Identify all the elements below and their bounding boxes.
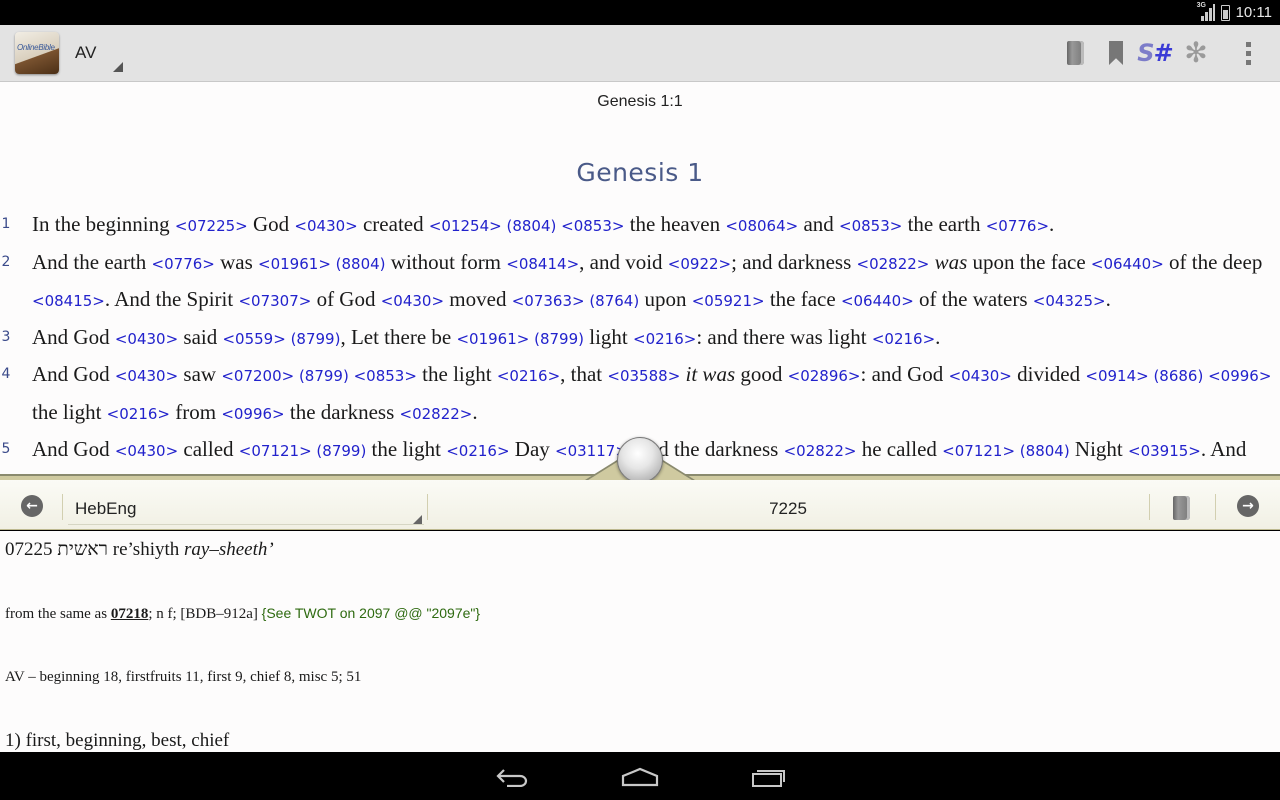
verse-list: 1 In the beginning <07225> God <0430> cre… <box>0 207 1280 476</box>
asterisk-button[interactable]: ✻ <box>1179 37 1213 69</box>
forward-arrow-icon[interactable]: → <box>1237 495 1259 517</box>
bookmark-icon <box>1109 41 1123 65</box>
battery-icon <box>1220 4 1230 21</box>
lexicon-book-button[interactable] <box>1173 496 1190 520</box>
derivation-link[interactable]: 07218 <box>111 606 149 622</box>
network-type: 3G <box>1196 2 1206 9</box>
transliteration: re’shiyth <box>112 539 180 560</box>
back-arrow-icon[interactable]: ← <box>21 495 43 517</box>
overflow-menu-button[interactable] <box>1231 37 1265 69</box>
nav-back-button[interactable] <box>482 760 542 794</box>
lexicon-pane[interactable]: 07225 ראשית re’shiyth ray–sheeth’ from t… <box>0 531 1280 752</box>
verse[interactable]: 1 In the beginning <07225> God <0430> cre… <box>0 207 1280 245</box>
verse-number: 2 <box>1 253 11 270</box>
home-icon <box>621 767 659 787</box>
strongs-numbers-icon: S# <box>1137 39 1173 67</box>
verse-reference: Genesis 1:1 <box>597 93 683 110</box>
status-bar: 3G 10:11 <box>0 0 1280 25</box>
verse-number: 4 <box>1 366 11 382</box>
divider <box>62 494 63 520</box>
bible-text-pane[interactable]: Genesis 1:1 Genesis 1 1 In the beginning … <box>0 82 1280 476</box>
clock: 10:11 <box>1235 4 1272 21</box>
app-logo-text: OnlineBible <box>17 43 55 52</box>
divider <box>1215 494 1216 520</box>
nav-recent-apps-button[interactable] <box>739 760 799 794</box>
book-icon <box>1173 496 1190 520</box>
entry-number: 07225 <box>5 539 53 560</box>
splitter-handle[interactable] <box>617 437 663 483</box>
strongs-number-field[interactable]: 7225 <box>428 499 1148 519</box>
bible-version-dropdown[interactable]: AV <box>67 35 125 75</box>
lexicon-name: HebEng <box>75 499 137 518</box>
signal-icon: 3G <box>1196 2 1215 21</box>
verse-number: 1 <box>1 216 11 232</box>
verse-number: 3 <box>1 328 11 345</box>
navigation-bar <box>0 752 1280 800</box>
divider <box>1149 494 1150 520</box>
book-icon <box>1066 41 1084 65</box>
overflow-menu-icon <box>1245 41 1251 65</box>
verse[interactable]: 2 And the earth <0776> was <01961> (8804)… <box>0 245 1280 320</box>
status-icons: 3G 10:11 <box>1197 2 1272 23</box>
definition: 1) first, beginning, best, chief <box>5 730 230 751</box>
verse[interactable]: 4 And God <0430> saw <07200> (8799) <0853… <box>0 357 1280 432</box>
lexicon-dropdown[interactable]: HebEng <box>68 493 424 525</box>
av-usage: AV – beginning 18, firstfruits 11, first… <box>5 669 362 685</box>
asterisk-icon: ✻ <box>1184 36 1208 69</box>
app-logo-icon[interactable]: OnlineBible <box>15 32 59 74</box>
action-bar: OnlineBible AV S# ✻ <box>0 25 1280 82</box>
nav-home-button[interactable] <box>610 760 670 794</box>
verse-number: 5 <box>1 441 11 457</box>
verse[interactable]: 3 And God <0430> said <0559> (8799), Let … <box>0 320 1280 358</box>
chapter-heading: Genesis 1 <box>576 158 704 187</box>
hebrew-word: ראשית <box>57 539 109 560</box>
twot-reference: {See TWOT on 2097 @@ "2097e"} <box>261 605 481 621</box>
bible-version-label: AV <box>75 43 97 62</box>
bookmark-button[interactable] <box>1099 37 1133 69</box>
dropdown-triangle-icon <box>113 62 123 72</box>
lexicon-derivation: from the same as 07218; n f; [BDB–912a] … <box>5 605 481 622</box>
lexicon-entry-header: 07225 ראשית re’shiyth ray–sheeth’ <box>5 539 274 561</box>
lexicon-toolbar: ← HebEng 7225 → <box>0 480 1280 530</box>
back-icon <box>496 769 528 787</box>
book-button[interactable] <box>1058 37 1092 69</box>
recent-apps-icon <box>752 770 785 787</box>
strongs-numbers-button[interactable]: S# <box>1137 37 1173 69</box>
pronunciation: ray–sheeth’ <box>184 539 274 560</box>
